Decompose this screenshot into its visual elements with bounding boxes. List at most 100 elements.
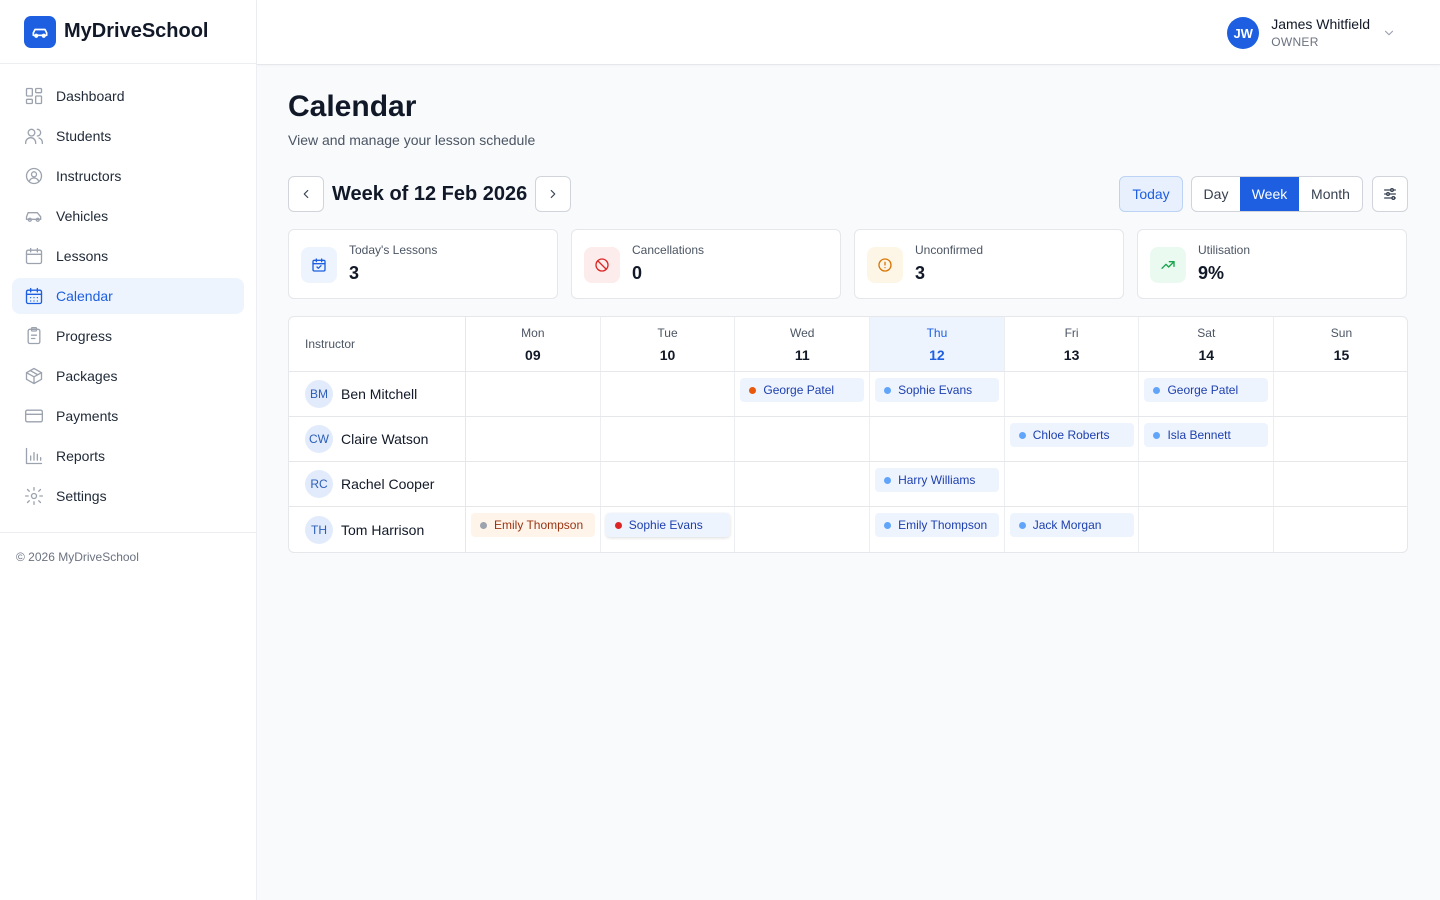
sidebar-item-dashboard[interactable]: Dashboard <box>12 78 244 114</box>
clipboard-icon <box>24 326 44 346</box>
lesson-chip[interactable]: Chloe Roberts <box>1009 423 1134 447</box>
calendar-cell[interactable]: Sophie Evans <box>870 372 1005 416</box>
calendar-cell[interactable]: Isla Bennett <box>1139 417 1275 461</box>
calendar-cell[interactable]: Harry Williams <box>870 462 1005 506</box>
calendar-cell[interactable]: Emily Thompson <box>466 507 601 552</box>
status-dot <box>1153 386 1161 394</box>
page-subtitle: View and manage your lesson schedule <box>288 132 536 148</box>
sidebar-item-instructors[interactable]: Instructors <box>12 158 244 194</box>
calendar-cell[interactable] <box>1274 507 1407 552</box>
sidebar-item-payments[interactable]: Payments <box>12 398 244 434</box>
calendar-cell[interactable] <box>1139 462 1275 506</box>
chevron-down-icon <box>1382 26 1396 40</box>
today-button[interactable]: Today <box>1119 176 1183 212</box>
stat-label: Today's Lessons <box>349 243 438 257</box>
filter-button[interactable] <box>1372 176 1408 212</box>
calendar-grid-icon <box>24 286 44 306</box>
calendar-cell[interactable]: George Patel <box>1139 372 1275 416</box>
calendar-cell[interactable] <box>466 372 601 416</box>
day-number: 11 <box>794 346 810 363</box>
calendar-cell[interactable] <box>601 372 736 416</box>
day-number: 13 <box>1063 346 1080 363</box>
sidebar-item-progress[interactable]: Progress <box>12 318 244 354</box>
lesson-student: George Patel <box>1167 383 1239 397</box>
view-week-button[interactable]: Week <box>1240 177 1299 211</box>
alert-circle-icon <box>867 247 903 283</box>
lesson-chip[interactable]: Emily Thompson <box>471 513 595 537</box>
day-name: Tue <box>657 325 678 340</box>
next-week-button[interactable] <box>535 176 571 212</box>
sidebar-item-packages[interactable]: Packages <box>12 358 244 394</box>
day-header-sat: Sat 14 <box>1139 317 1275 371</box>
lesson-chip[interactable]: George Patel <box>1144 378 1269 402</box>
calendar-cell[interactable]: George Patel <box>735 372 871 416</box>
calendar-cell[interactable] <box>735 462 871 506</box>
instructor-row: RC Rachel Cooper Harry Williams <box>289 462 1407 507</box>
instructor-name: Claire Watson <box>341 431 429 447</box>
calendar-cell[interactable] <box>870 417 1005 461</box>
calendar-cell[interactable] <box>1005 462 1140 506</box>
sidebar-item-label: Reports <box>56 448 106 464</box>
sidebar-item-settings[interactable]: Settings <box>12 478 244 514</box>
sidebar-item-calendar[interactable]: Calendar <box>12 278 244 314</box>
lesson-chip[interactable]: Emily Thompson <box>875 513 1000 537</box>
calendar-check-icon <box>301 247 337 283</box>
credit-card-icon <box>24 406 44 426</box>
instructor-name: Ben Mitchell <box>341 386 418 402</box>
calendar-cell[interactable] <box>1274 372 1407 416</box>
sidebar-item-students[interactable]: Students <box>12 118 244 154</box>
lesson-student: Emily Thompson <box>898 518 988 532</box>
lesson-chip[interactable]: Sophie Evans <box>875 378 1000 402</box>
calendar-cell[interactable] <box>601 462 736 506</box>
view-month-button[interactable]: Month <box>1299 177 1362 211</box>
day-name: Sun <box>1330 325 1353 340</box>
chevron-left-icon <box>303 189 309 199</box>
calendar-cell[interactable] <box>1005 372 1140 416</box>
prev-week-button[interactable] <box>288 176 324 212</box>
users-icon <box>24 126 44 146</box>
sidebar-item-label: Students <box>56 128 112 144</box>
view-day-button[interactable]: Day <box>1192 177 1240 211</box>
user-menu[interactable]: JW James Whitfield OWNER <box>1227 16 1396 50</box>
calendar-cell[interactable] <box>466 462 601 506</box>
day-header-wed: Wed 11 <box>735 317 871 371</box>
trending-up-icon <box>1150 247 1186 283</box>
lesson-chip[interactable]: George Patel <box>740 378 865 402</box>
day-number: 12 <box>929 346 945 363</box>
calendar-cell[interactable] <box>1274 417 1407 461</box>
car-logo-icon <box>24 15 56 48</box>
calendar-grid: Instructor Mon 09 Tue 10 Wed 11 Thu 12 Fri 13 Sat 14… <box>288 316 1408 553</box>
stat-card-cancellations: Cancellations 0 <box>571 229 841 299</box>
sidebar-item-label: Instructors <box>56 168 122 184</box>
sidebar-item-reports[interactable]: Reports <box>12 438 244 474</box>
stat-value: 3 <box>915 263 926 283</box>
calendar-cell[interactable]: Sophie Evans <box>601 507 736 552</box>
stats-row: Today's Lessons 3 Cancellations 0 Unconfirme… <box>288 229 1408 299</box>
calendar-cell[interactable] <box>601 417 736 461</box>
calendar-cell[interactable] <box>735 507 871 552</box>
lesson-chip[interactable]: Sophie Evans <box>605 513 730 537</box>
lesson-chip[interactable]: Harry Williams <box>875 468 1000 492</box>
day-number: 10 <box>659 346 676 363</box>
brand[interactable]: MyDriveSchool <box>0 0 256 64</box>
sidebar-item-lessons[interactable]: Lessons <box>12 238 244 274</box>
user-circle-icon <box>24 166 44 186</box>
calendar-cell[interactable] <box>1274 462 1407 506</box>
sidebar-item-label: Lessons <box>56 248 109 264</box>
lesson-chip[interactable]: Jack Morgan <box>1009 513 1134 537</box>
status-dot <box>480 521 487 529</box>
calendar-cell[interactable] <box>735 417 871 461</box>
calendar-cell[interactable]: Jack Morgan <box>1005 507 1140 552</box>
lesson-chip[interactable]: Isla Bennett <box>1144 423 1269 447</box>
day-header-fri: Fri 13 <box>1005 317 1140 371</box>
calendar-cell[interactable] <box>1139 507 1275 552</box>
day-number: 15 <box>1333 346 1350 363</box>
calendar-cell[interactable] <box>466 417 601 461</box>
sidebar-item-label: Progress <box>56 328 113 344</box>
sidebar-item-vehicles[interactable]: Vehicles <box>12 198 244 234</box>
lesson-student: Harry Williams <box>898 473 976 487</box>
instructor-cell: BM Ben Mitchell <box>289 372 466 416</box>
calendar-cell[interactable]: Chloe Roberts <box>1005 417 1140 461</box>
calendar-cell[interactable]: Emily Thompson <box>870 507 1005 552</box>
sidebar-item-label: Dashboard <box>56 88 125 104</box>
